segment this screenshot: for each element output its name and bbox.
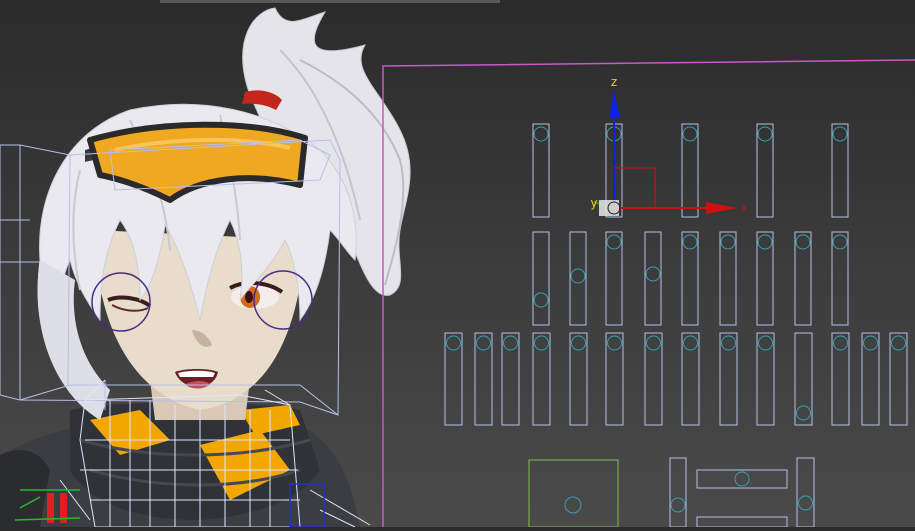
slider-control[interactable] — [794, 332, 813, 426]
slider-handle[interactable] — [832, 126, 848, 142]
right-pupil — [245, 291, 253, 303]
slider-handle[interactable] — [534, 335, 549, 351]
slider-handle[interactable] — [606, 234, 622, 250]
slider-handle[interactable] — [682, 126, 698, 142]
slider-handle[interactable] — [570, 268, 586, 284]
slider-handle[interactable] — [891, 335, 906, 351]
slider-handle[interactable] — [757, 126, 773, 142]
slider-handle[interactable] — [670, 497, 686, 513]
slider-control[interactable] — [796, 457, 815, 528]
slider-handle[interactable] — [571, 335, 586, 351]
slider-control[interactable] — [532, 231, 550, 326]
slider-control[interactable] — [669, 457, 687, 528]
slider-handle[interactable] — [683, 335, 698, 351]
slider-handle[interactable] — [798, 495, 813, 511]
slider-handle[interactable] — [720, 234, 736, 250]
slider-handle[interactable] — [476, 335, 491, 351]
slider-handle[interactable] — [734, 471, 750, 487]
slider-control[interactable] — [696, 516, 788, 528]
slider-handle[interactable] — [795, 234, 811, 250]
axis-label-x: x — [741, 201, 748, 214]
axis-label-z: z — [611, 75, 617, 89]
selection-bracket — [382, 59, 915, 527]
slider-handle[interactable] — [645, 266, 661, 282]
green-control-frame — [528, 459, 619, 528]
transform-gizmo-icon[interactable]: z y x — [590, 75, 748, 216]
slider-handle[interactable] — [533, 292, 549, 308]
slider-handle[interactable] — [796, 405, 811, 421]
slider-control[interactable] — [569, 231, 587, 326]
slider-handle[interactable] — [682, 234, 698, 250]
slider-handle[interactable] — [832, 234, 848, 250]
slider-handle[interactable] — [607, 335, 622, 351]
slider-handle[interactable] — [721, 335, 736, 351]
slider-handle[interactable] — [833, 335, 848, 351]
slider-handle[interactable] — [646, 335, 661, 351]
slider-handle[interactable] — [503, 335, 518, 351]
character-model-icon[interactable] — [0, 7, 411, 527]
viewport-canvas[interactable]: z y x — [0, 0, 915, 528]
slider-handle[interactable] — [863, 335, 878, 351]
viewport-top-strip — [160, 0, 500, 3]
slider-handle[interactable] — [446, 335, 461, 351]
facial-rig-controls-icon[interactable] — [382, 59, 915, 528]
slider-handle[interactable] — [758, 335, 773, 351]
slider-handle[interactable] — [757, 234, 773, 250]
slider-handle[interactable] — [533, 126, 549, 142]
axis-label-y: y — [590, 196, 597, 210]
3d-viewport[interactable]: z y x — [0, 0, 915, 528]
slider-control[interactable] — [696, 469, 788, 489]
